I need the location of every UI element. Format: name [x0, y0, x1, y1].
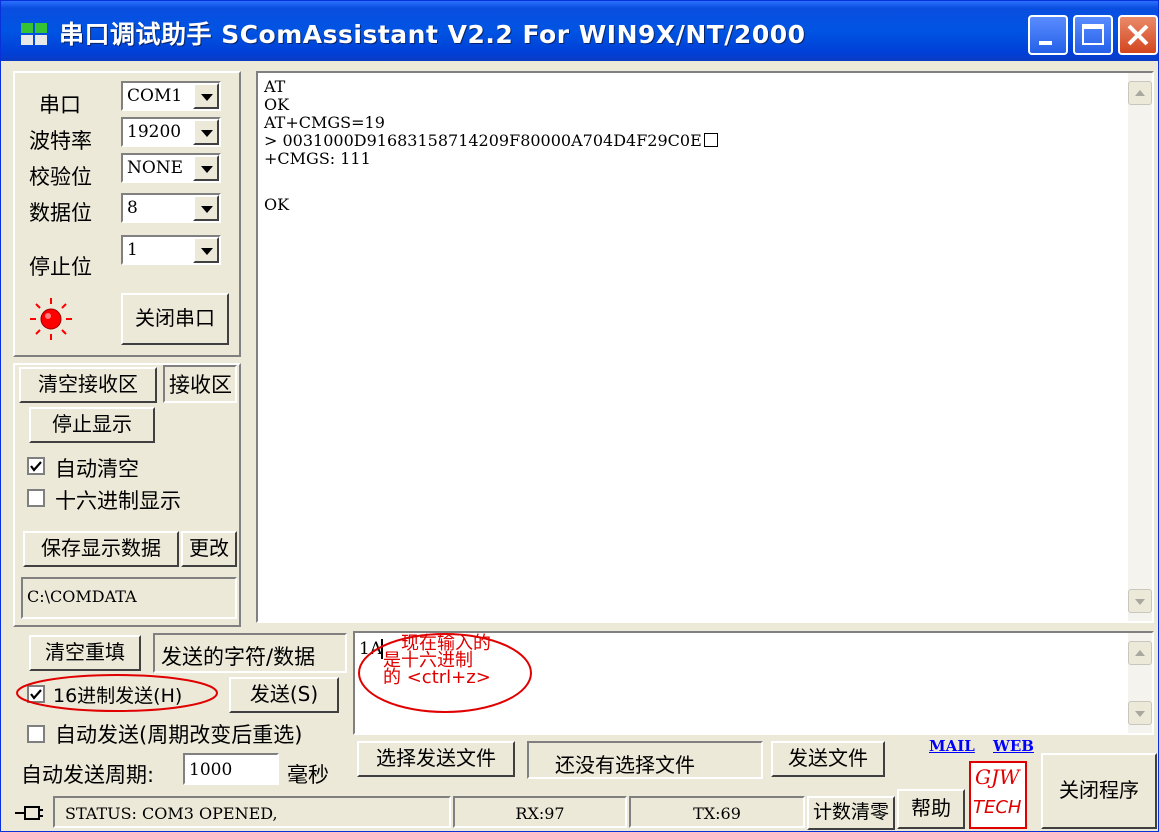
chevron-down-icon[interactable] [193, 195, 219, 221]
mail-link[interactable]: MAIL [929, 737, 975, 755]
scroll-down-icon[interactable] [1128, 701, 1152, 725]
stopbits-select[interactable]: 1 [121, 235, 221, 265]
close-port-button[interactable]: 关闭串口 [121, 293, 229, 345]
databits-value: 8 [127, 198, 138, 218]
ctrl-z-glyph-icon [703, 133, 718, 147]
receive-line: +CMGS: 111 [264, 149, 371, 168]
send-button[interactable]: 发送(S) [229, 677, 339, 713]
baud-label: 波特率 [29, 129, 92, 153]
window-title: 串口调试助手 SComAssistant V2.2 For WIN9X/NT/2… [59, 20, 806, 49]
app-icon [21, 23, 49, 47]
checkmark-icon [30, 461, 42, 472]
tx-counter: TX:69 [629, 796, 805, 828]
clear-receive-button[interactable]: 清空接收区 [19, 367, 157, 403]
auto-clear-checkbox[interactable] [27, 457, 45, 475]
save-path-display: C:\COMDATA [21, 577, 237, 619]
chevron-down-icon[interactable] [193, 83, 219, 109]
receive-line: OK [264, 95, 290, 114]
receive-area-label: 接收区 [169, 373, 232, 397]
led-indicator-icon [30, 298, 72, 340]
selected-file-display: 还没有选择文件 [527, 741, 763, 779]
minimize-icon [1039, 41, 1052, 45]
auto-send-checkbox[interactable] [27, 725, 45, 743]
hex-display-label: 十六进制显示 [55, 489, 181, 513]
parity-label: 校验位 [29, 165, 92, 189]
receive-line: OK [264, 195, 290, 214]
close-window-button[interactable] [1118, 15, 1158, 55]
receive-line: AT+CMGS=19 [264, 113, 385, 132]
save-path: C:\COMDATA [27, 587, 137, 606]
period-label: 自动发送周期: [21, 763, 155, 787]
plug-icon [15, 806, 43, 820]
period-input[interactable]: 1000 [183, 753, 279, 785]
hex-display-checkbox[interactable] [27, 489, 45, 507]
change-path-button[interactable]: 更改 [181, 531, 237, 567]
chevron-down-icon[interactable] [193, 119, 219, 145]
baud-select[interactable]: 19200 [121, 117, 221, 147]
auto-send-label: 自动发送(周期改变后重选) [55, 723, 303, 747]
scroll-up-icon[interactable] [1128, 81, 1152, 105]
logo-line1: GJW [975, 765, 1020, 789]
maximize-button[interactable] [1073, 15, 1113, 55]
scroll-up-icon[interactable] [1128, 641, 1152, 665]
receive-line: AT [264, 77, 286, 96]
baud-value: 19200 [127, 122, 182, 142]
period-value: 1000 [189, 760, 233, 780]
chevron-down-icon[interactable] [193, 237, 219, 263]
port-value: COM1 [127, 86, 183, 106]
reset-counter-button[interactable]: 计数清零 [807, 796, 895, 830]
send-scrollbar[interactable] [1128, 633, 1152, 733]
scroll-down-icon[interactable] [1128, 589, 1152, 613]
help-button[interactable]: 帮助 [897, 789, 965, 829]
databits-label: 数据位 [29, 201, 92, 225]
receive-line-pdu: > 0031000D91683158714209F80000A704D4F29C… [264, 131, 718, 150]
save-data-button[interactable]: 保存显示数据 [23, 531, 179, 567]
receive-textarea[interactable]: AT OK AT+CMGS=19 > 0031000D9168315871420… [256, 71, 1154, 623]
stopbits-label: 停止位 [29, 255, 92, 279]
send-data-label-box: 发送的字符/数据 [153, 633, 347, 673]
close-icon [1127, 24, 1149, 46]
web-link[interactable]: WEB [993, 737, 1034, 755]
stop-display-button[interactable]: 停止显示 [29, 407, 155, 443]
main-window: 串口调试助手 SComAssistant V2.2 For WIN9X/NT/2… [0, 0, 1159, 832]
stopbits-value: 1 [127, 240, 138, 260]
parity-value: NONE [127, 158, 184, 178]
annotation-line: 的 <ctrl+z> [383, 667, 491, 688]
receive-area-label-box: 接收区 [163, 365, 237, 403]
no-file-label: 还没有选择文件 [555, 753, 695, 777]
status-text: STATUS: COM3 OPENED, [53, 796, 451, 828]
port-select[interactable]: COM1 [121, 81, 221, 111]
receive-scrollbar[interactable] [1128, 73, 1152, 621]
send-file-button[interactable]: 发送文件 [771, 741, 885, 777]
databits-select[interactable]: 8 [121, 193, 221, 223]
title-bar[interactable]: 串口调试助手 SComAssistant V2.2 For WIN9X/NT/2… [1, 1, 1158, 61]
maximize-icon [1082, 24, 1104, 45]
port-label: 串口 [39, 93, 81, 117]
rx-counter: RX:97 [453, 796, 627, 828]
period-unit: 毫秒 [287, 763, 329, 787]
parity-select[interactable]: NONE [121, 153, 221, 183]
chevron-down-icon[interactable] [193, 155, 219, 181]
red-circle-annotation-icon [16, 674, 218, 712]
auto-clear-label: 自动清空 [55, 457, 139, 481]
minimize-button[interactable] [1028, 15, 1068, 55]
clear-refill-button[interactable]: 清空重填 [29, 635, 141, 671]
choose-file-button[interactable]: 选择发送文件 [357, 741, 515, 777]
send-data-label: 发送的字符/数据 [161, 645, 316, 669]
close-program-button[interactable]: 关闭程序 [1041, 753, 1157, 829]
